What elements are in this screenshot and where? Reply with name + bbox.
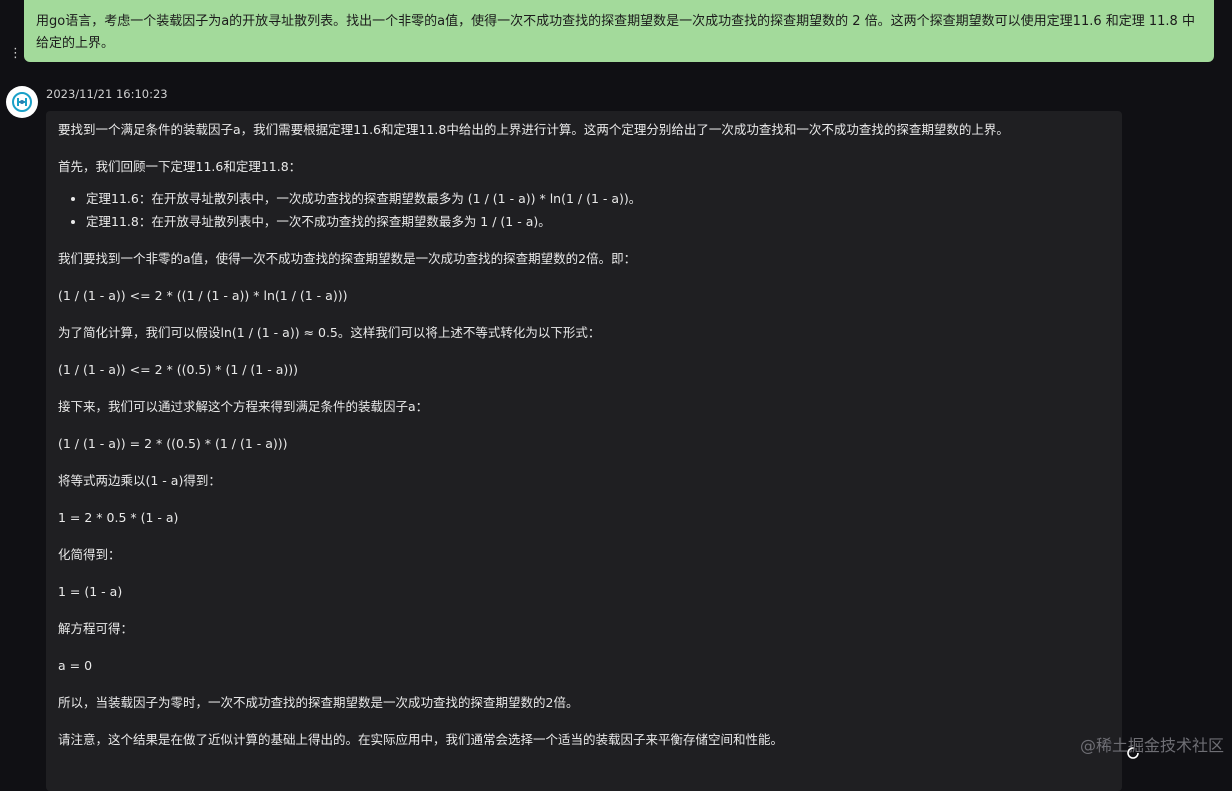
answer-goal: 我们要找到一个非零的a值，使得一次不成功查找的探查期望数是一次成功查找的探查期望…	[58, 251, 637, 266]
list-item: 定理11.6：在开放寻址散列表中，一次成功查找的探查期望数最多为 (1 / (1…	[86, 190, 1110, 208]
equation-1: (1 / (1 - a)) = 2 * ((0.5) * (1 / (1 - a…	[58, 436, 288, 451]
next-step: 接下来，我们可以通过求解这个方程来得到满足条件的装载因子a：	[58, 399, 429, 414]
multiply-step: 将等式两边乘以(1 - a)得到：	[58, 473, 221, 488]
theorem-list: 定理11.6：在开放寻址散列表中，一次成功查找的探查期望数最多为 (1 / (1…	[58, 190, 1110, 231]
solve-label: 解方程可得：	[58, 621, 134, 636]
inequality-1: (1 / (1 - a)) <= 2 * ((1 / (1 - a)) * ln…	[58, 288, 348, 303]
answer-intro: 要找到一个满足条件的装载因子a，我们需要根据定理11.6和定理11.8中给出的上…	[58, 122, 1009, 137]
inequality-2: (1 / (1 - a)) <= 2 * ((0.5) * (1 / (1 - …	[58, 362, 299, 377]
watermark: @稀土掘金技术社区	[1079, 736, 1224, 755]
assistant-message-card: 要找到一个满足条件的装载因子a，我们需要根据定理11.6和定理11.8中给出的上…	[46, 111, 1122, 791]
note: 请注意，这个结果是在做了近似计算的基础上得出的。在实际应用中，我们通常会选择一个…	[58, 732, 784, 747]
simplify-note: 为了简化计算，我们可以假设ln(1 / (1 - a)) ≈ 0.5。这样我们可…	[58, 325, 601, 340]
user-message-bubble: 用go语言，考虑一个装载因子为a的开放寻址散列表。找出一个非零的a值，使得一次不…	[24, 0, 1214, 62]
assistant-avatar	[6, 86, 38, 118]
answer-recall: 首先，我们回顾一下定理11.6和定理11.8：	[58, 159, 302, 174]
solution: a = 0	[58, 658, 93, 673]
simplified-label: 化简得到：	[58, 547, 121, 562]
list-item: 定理11.8：在开放寻址散列表中，一次不成功查找的探查期望数最多为 1 / (1…	[86, 213, 1110, 231]
equation-2: 1 = 2 * 0.5 * (1 - a)	[58, 510, 179, 525]
conclusion: 所以，当装载因子为零时，一次不成功查找的探查期望数是一次成功查找的探查期望数的2…	[58, 695, 579, 710]
message-options-icon[interactable]: ⋮	[9, 47, 22, 60]
loading-cursor-icon	[1127, 747, 1139, 759]
openai-logo-icon	[12, 92, 32, 112]
user-message-text: 用go语言，考虑一个装载因子为a的开放寻址散列表。找出一个非零的a值，使得一次不…	[36, 14, 1195, 51]
message-timestamp: 2023/11/21 16:10:23	[46, 87, 168, 101]
equation-3: 1 = (1 - a)	[58, 584, 123, 599]
